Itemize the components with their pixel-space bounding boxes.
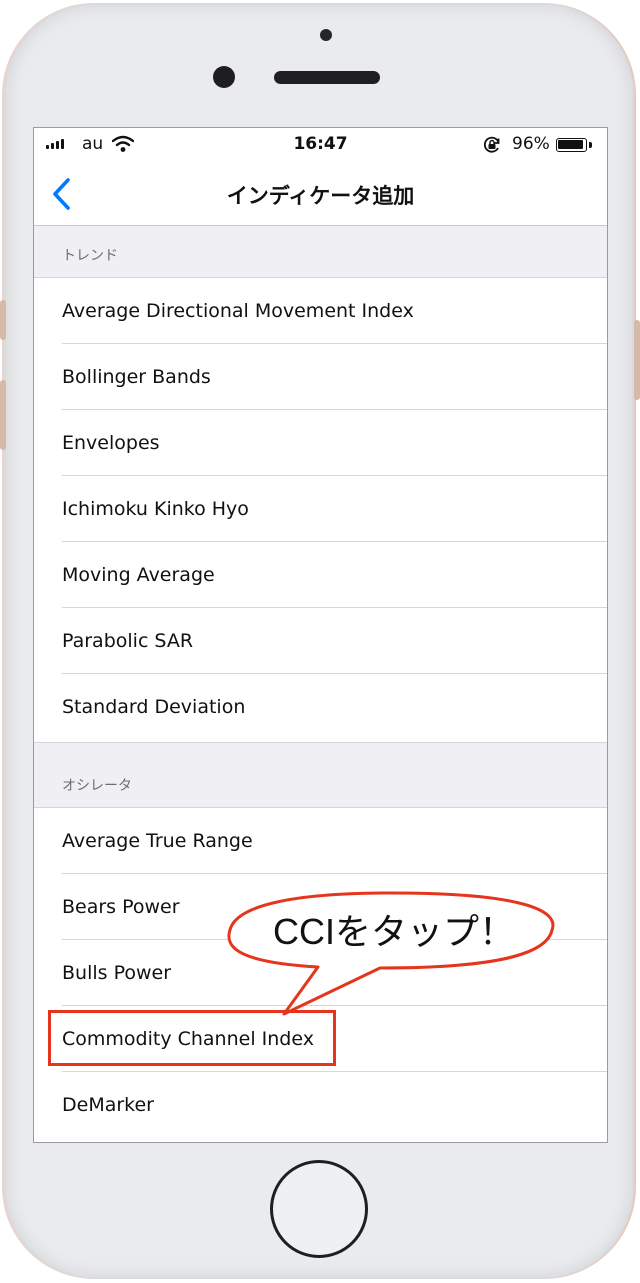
callout-bubble	[227, 891, 555, 1016]
callout-text: CCIをタップ！	[273, 911, 515, 952]
highlight-box	[48, 1010, 336, 1066]
